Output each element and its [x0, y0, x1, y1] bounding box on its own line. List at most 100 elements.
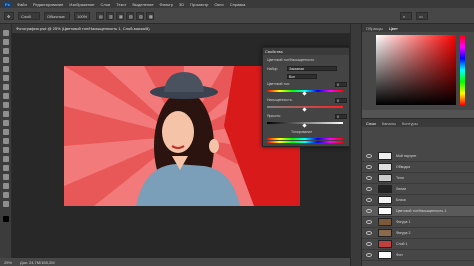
layer-thumbnail — [378, 218, 392, 226]
menu-3d[interactable]: 3D — [179, 2, 184, 7]
tab-paths[interactable]: Контуры — [402, 121, 418, 126]
eye-icon[interactable] — [366, 176, 372, 180]
history-brush-tool-icon[interactable] — [3, 111, 9, 117]
layer-name: Блики — [396, 198, 406, 202]
brush-tool-icon[interactable] — [3, 93, 9, 99]
hue-slider-handle[interactable] — [302, 91, 307, 96]
lasso-tool-icon[interactable] — [3, 48, 9, 54]
layer-row[interactable]: Мой портрет — [362, 151, 474, 162]
eye-icon[interactable] — [366, 165, 372, 169]
transform-icon[interactable]: ▩ — [146, 12, 154, 20]
eye-icon[interactable] — [366, 242, 372, 246]
align-right-icon[interactable]: ▦ — [116, 12, 124, 20]
opacity-field[interactable]: 100% — [74, 12, 90, 20]
menu-help[interactable]: Справка — [230, 2, 246, 7]
distribute-icon[interactable]: ▧ — [126, 12, 134, 20]
eye-icon[interactable] — [366, 209, 372, 213]
layer-row-selected[interactable]: Цветовой тон/Насыщенность 1 — [362, 206, 474, 217]
layer-name: Слой 1 — [396, 242, 408, 246]
layer-name: Фон — [396, 253, 403, 257]
layer-row[interactable]: Фигура 1 — [362, 217, 474, 228]
eye-icon[interactable] — [366, 198, 372, 202]
menu-layers[interactable]: Слои — [101, 2, 111, 7]
tab-color[interactable]: Цвет — [389, 26, 398, 31]
stamp-tool-icon[interactable] — [3, 102, 9, 108]
eraser-tool-icon[interactable] — [3, 120, 9, 126]
menu-file[interactable]: Файл — [17, 2, 27, 7]
align-left-icon[interactable]: ▤ — [96, 12, 104, 20]
channel-dropdown[interactable]: Все — [287, 74, 317, 79]
menu-window[interactable]: Окно — [214, 2, 223, 7]
tab-swatches[interactable]: Образцы — [366, 26, 383, 31]
move-tool-icon[interactable] — [3, 30, 9, 36]
eye-icon[interactable] — [366, 231, 372, 235]
eyedropper-tool-icon[interactable] — [3, 75, 9, 81]
layer-row[interactable]: Обводка — [362, 162, 474, 173]
menu-view[interactable]: Просмотр — [190, 2, 208, 7]
layer-name: Фигура 1 — [396, 220, 411, 224]
align-center-icon[interactable]: ▥ — [106, 12, 114, 20]
arrange-icon[interactable]: ▨ — [136, 12, 144, 20]
path-selection-tool-icon[interactable] — [3, 174, 9, 180]
colorize-label[interactable]: Тонирование — [291, 130, 312, 134]
eye-icon[interactable] — [366, 253, 372, 257]
eye-icon[interactable] — [366, 154, 372, 158]
gradient-tool-icon[interactable] — [3, 129, 9, 135]
photoshop-logo-icon: Ps — [4, 1, 11, 7]
preset-dropdown[interactable]: Заказная — [287, 66, 337, 71]
crop-tool-icon[interactable] — [3, 66, 9, 72]
foreground-color-swatch[interactable] — [3, 216, 9, 222]
layer-name: Обводка — [396, 165, 411, 169]
tools-panel — [0, 24, 12, 266]
layer-thumbnail — [378, 251, 392, 259]
hue-result-bar — [267, 141, 343, 143]
blend-mode-dropdown[interactable]: Обычные — [44, 12, 70, 20]
pen-tool-icon[interactable] — [3, 156, 9, 162]
saturation-value-field[interactable]: 0 — [335, 98, 347, 103]
hue-strip[interactable] — [460, 35, 465, 105]
lightness-value-field[interactable]: 0 — [335, 114, 347, 119]
healing-brush-tool-icon[interactable] — [3, 84, 9, 90]
zoom-tool-icon[interactable] — [3, 201, 9, 207]
menu-edit[interactable]: Редактирование — [33, 2, 63, 7]
type-tool-icon[interactable] — [3, 165, 9, 171]
collapsed-panels-strip — [350, 24, 362, 266]
hue-value-field[interactable]: 0 — [335, 82, 347, 87]
shape-tool-icon[interactable] — [3, 183, 9, 189]
layer-thumbnail — [378, 174, 392, 182]
eye-icon[interactable] — [366, 220, 372, 224]
saturation-slider-handle[interactable] — [302, 107, 307, 112]
workspace-icon[interactable]: ▭ — [416, 12, 428, 20]
auto-select-dropdown[interactable]: Слой — [18, 12, 40, 20]
layers-panel-tabs: Слои Каналы Контуры — [362, 119, 474, 127]
lightness-slider-handle[interactable] — [302, 123, 307, 128]
magic-wand-tool-icon[interactable] — [3, 57, 9, 63]
layer-name: Цветовой тон/Насыщенность 1 — [396, 209, 447, 213]
menu-filter[interactable]: Фильтр — [160, 2, 173, 7]
layer-row[interactable]: Фон — [362, 250, 474, 261]
menu-type[interactable]: Текст — [116, 2, 126, 7]
zoom-readout[interactable]: 25% — [4, 260, 12, 265]
tab-channels[interactable]: Каналы — [382, 121, 396, 126]
menu-image[interactable]: Изображение — [69, 2, 94, 7]
marquee-tool-icon[interactable] — [3, 39, 9, 45]
menu-select[interactable]: Выделение — [132, 2, 153, 7]
color-picker-field[interactable] — [376, 35, 456, 105]
blur-tool-icon[interactable] — [3, 138, 9, 144]
layer-row[interactable]: Блики — [362, 195, 474, 206]
layer-row[interactable]: Линии — [362, 184, 474, 195]
layer-name: Фигура 2 — [396, 231, 411, 235]
layer-row[interactable]: Тени — [362, 173, 474, 184]
document-size-readout: Док: 24,7M/165,2M — [20, 259, 55, 265]
eye-icon[interactable] — [366, 187, 372, 191]
layer-row[interactable]: Фигура 2 — [362, 228, 474, 239]
hand-tool-icon[interactable] — [3, 192, 9, 198]
document-tab[interactable]: Фотография.psd @ 25% (Цветовой тон/Насыщ… — [12, 24, 350, 34]
properties-title[interactable]: Свойства — [263, 48, 349, 55]
hue-range-bar — [267, 138, 343, 140]
search-icon[interactable]: ⌕ — [400, 12, 412, 20]
dodge-tool-icon[interactable] — [3, 147, 9, 153]
layer-row[interactable]: Слой 1 — [362, 239, 474, 250]
move-tool-icon[interactable]: ✥ — [4, 12, 14, 20]
tab-layers[interactable]: Слои — [366, 121, 376, 126]
